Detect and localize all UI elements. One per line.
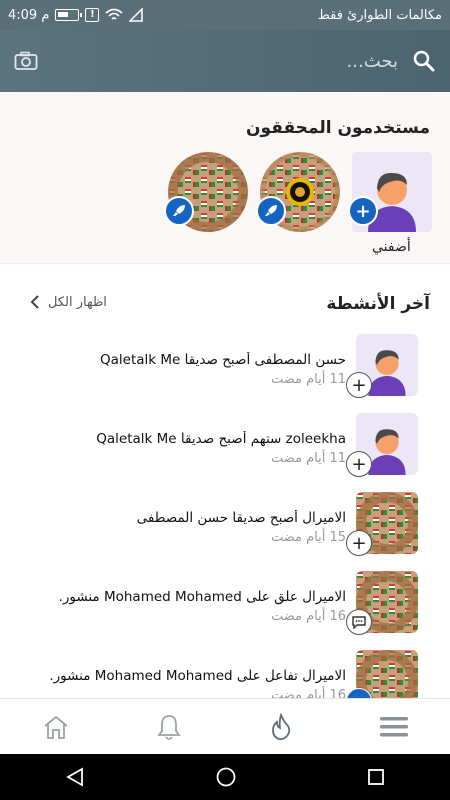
plus-icon: + <box>346 530 372 556</box>
activity-text: الاميرال أصبح صديقا حسن المصطفى <box>136 510 346 526</box>
system-nav-bar <box>0 754 450 800</box>
fire-icon <box>272 712 291 740</box>
activity-text: zoleekha ستهم أصبح صديقا Qaletalk Me <box>96 431 346 447</box>
plus-icon: + <box>346 451 372 477</box>
activity-time: 15 أيام مضت <box>270 530 346 545</box>
nav-notifications[interactable] <box>139 699 199 755</box>
rocket-icon <box>164 196 194 226</box>
activities-header: آخر الأنشطة اظهار الكل <box>0 290 450 320</box>
signal-icon <box>129 8 144 22</box>
comment-icon <box>346 609 372 635</box>
status-bar: 4:09 م ! مكالمات الطوارئ فقط <box>0 0 450 30</box>
activity-text: حسن المصطفى أصبح صديقا Qaletalk Me <box>100 352 346 368</box>
home-icon <box>44 715 68 739</box>
activity-text: الاميرال تفاعل على Mohamed Mohamed منشور… <box>49 668 346 684</box>
search-icon[interactable] <box>412 49 436 73</box>
alert-icon: ! <box>85 8 100 22</box>
verified-user-avatar[interactable] <box>164 152 248 232</box>
nav-menu[interactable] <box>364 699 424 755</box>
wifi-icon <box>105 8 123 20</box>
activity-time: 11 أيام مضت <box>270 372 346 387</box>
activities-title: آخر الأنشطة <box>326 294 430 314</box>
nav-trending[interactable] <box>251 699 311 755</box>
recents-icon[interactable] <box>366 767 386 787</box>
plus-icon: + <box>346 372 372 398</box>
battery-icon <box>55 9 83 21</box>
verified-user-avatar[interactable] <box>256 152 340 232</box>
search-header: بحث... <box>0 30 450 92</box>
verified-title: مستخدمون المحققون <box>246 118 430 138</box>
verified-users-section: مستخدمون المحققون + أضفني <box>0 92 450 264</box>
bell-icon <box>156 714 181 740</box>
menu-icon <box>379 716 408 736</box>
activity-item[interactable]: + الاميرال أصبح صديقا حسن المصطفى 15 أيا… <box>0 492 450 568</box>
home-circle-icon[interactable] <box>215 766 237 788</box>
add-me-label: أضفني <box>372 239 411 255</box>
carrier-text: مكالمات الطوارئ فقط <box>317 7 442 23</box>
rocket-icon <box>256 196 286 226</box>
activity-item[interactable]: الاميرال علق على Mohamed Mohamed منشور. … <box>0 571 450 647</box>
search-input[interactable]: بحث... <box>347 51 398 72</box>
chevron-left-icon <box>30 295 39 309</box>
back-icon[interactable] <box>64 766 86 788</box>
see-all-label: اظهار الكل <box>48 294 107 310</box>
activity-text: الاميرال علق على Mohamed Mohamed منشور. <box>58 589 346 605</box>
activity-item[interactable]: + zoleekha ستهم أصبح صديقا Qaletalk Me 1… <box>0 413 450 489</box>
status-time: 4:09 م <box>8 7 50 23</box>
activity-time: 11 أيام مضت <box>270 451 346 466</box>
nav-home[interactable] <box>26 699 86 755</box>
bottom-nav <box>0 698 450 754</box>
activity-item[interactable]: + حسن المصطفى أصبح صديقا Qaletalk Me 11 … <box>0 334 450 410</box>
camera-icon[interactable] <box>14 51 38 71</box>
see-all-link[interactable]: اظهار الكل <box>30 294 107 310</box>
activity-time: 16 أيام مضت <box>270 609 346 624</box>
add-me-tile[interactable]: + <box>348 152 432 232</box>
plus-icon[interactable]: + <box>348 196 378 226</box>
